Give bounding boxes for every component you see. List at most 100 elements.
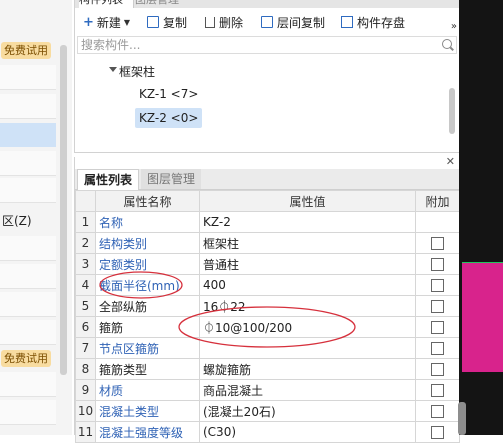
col-num-header bbox=[75, 190, 96, 212]
tab-layer-management[interactable]: 图层管理 bbox=[135, 0, 189, 8]
property-value[interactable]: 16⏀22 bbox=[199, 295, 416, 317]
table-row[interactable]: 10 混凝土类型 (混凝土20石) bbox=[75, 400, 460, 422]
new-button[interactable]: + 新建 ▼ bbox=[83, 13, 130, 31]
property-value[interactable]: (混凝土20石) bbox=[199, 400, 416, 422]
row-number: 1 bbox=[75, 211, 96, 233]
delete-button[interactable]: 删除 bbox=[205, 13, 243, 31]
sidebar-row[interactable] bbox=[0, 236, 56, 261]
tree-scrollbar[interactable] bbox=[449, 88, 455, 134]
property-extra bbox=[415, 295, 460, 317]
sidebar-row[interactable] bbox=[0, 94, 56, 119]
tab-layer-management-bottom[interactable]: 图层管理 bbox=[141, 169, 202, 189]
attach-checkbox[interactable] bbox=[431, 237, 444, 250]
sidebar-row[interactable] bbox=[0, 292, 56, 317]
property-value[interactable]: 螺旋箍筋 bbox=[199, 358, 416, 380]
property-name: 名称 bbox=[95, 211, 200, 233]
property-name: 结构类别 bbox=[95, 232, 200, 254]
property-value[interactable]: KZ-2 bbox=[199, 211, 416, 233]
floor-copy-button-label: 层间复制 bbox=[277, 15, 326, 30]
property-tabs: 属性列表 图层管理 bbox=[75, 169, 459, 190]
viewport-column-shape bbox=[462, 262, 503, 372]
attach-checkbox[interactable] bbox=[431, 258, 444, 271]
property-value[interactable] bbox=[199, 337, 416, 359]
sidebar-row[interactable] bbox=[0, 400, 56, 425]
tree-item-kz2[interactable]: KZ-2 <0> bbox=[135, 108, 203, 128]
table-row[interactable]: 8 箍筋类型 螺旋箍筋 bbox=[75, 358, 460, 380]
save-component-button[interactable]: 构件存盘 bbox=[341, 13, 405, 31]
attach-checkbox[interactable] bbox=[431, 426, 444, 439]
plus-icon: + bbox=[83, 14, 94, 30]
attach-checkbox[interactable] bbox=[431, 363, 444, 376]
attach-checkbox[interactable] bbox=[431, 384, 444, 397]
toolbar: + 新建 ▼ 复制 删除 层间复制 构件存盘 » bbox=[75, 9, 459, 35]
tree-root-label: 框架柱 bbox=[119, 65, 156, 79]
property-name: 截面半径(mm) bbox=[95, 274, 200, 296]
row-number: 10 bbox=[75, 400, 96, 422]
copy-button[interactable]: 复制 bbox=[147, 13, 187, 31]
table-row[interactable]: 4 截面半径(mm) 400 bbox=[75, 274, 460, 296]
property-name: 混凝土类型 bbox=[95, 400, 200, 422]
tree-root-node[interactable]: 框架柱 bbox=[105, 63, 155, 80]
property-value[interactable]: (C30) bbox=[199, 421, 416, 443]
table-row[interactable]: 5 全部纵筋 16⏀22 bbox=[75, 295, 460, 317]
search-icon[interactable] bbox=[442, 39, 452, 49]
sidebar-row[interactable] bbox=[0, 151, 56, 176]
property-extra bbox=[415, 232, 460, 254]
col-extra-header: 附加 bbox=[415, 190, 460, 212]
property-extra bbox=[415, 211, 460, 233]
row-number: 4 bbox=[75, 274, 96, 296]
table-row[interactable]: 1 名称 KZ-2 bbox=[75, 211, 460, 233]
row-number: 7 bbox=[75, 337, 96, 359]
property-extra bbox=[415, 379, 460, 401]
tab-component-list[interactable]: 构件列表 bbox=[79, 0, 134, 8]
attach-checkbox[interactable] bbox=[431, 321, 444, 334]
property-extra bbox=[415, 337, 460, 359]
sidebar-row[interactable] bbox=[0, 65, 56, 90]
sidebar-row[interactable] bbox=[0, 264, 56, 289]
row-number: 5 bbox=[75, 295, 96, 317]
double-chevron-right-icon[interactable]: » bbox=[451, 21, 457, 32]
save-component-icon bbox=[341, 16, 353, 28]
property-value[interactable]: ⏀10@100/200 bbox=[199, 316, 416, 338]
attach-checkbox[interactable] bbox=[431, 342, 444, 355]
sidebar-row[interactable] bbox=[0, 372, 56, 397]
property-name: 箍筋 bbox=[95, 316, 200, 338]
tab-property-list[interactable]: 属性列表 bbox=[77, 169, 140, 190]
property-value[interactable]: 普通柱 bbox=[199, 253, 416, 275]
property-extra bbox=[415, 400, 460, 422]
tree-item-kz1[interactable]: KZ-1 <7> bbox=[135, 84, 202, 104]
table-row[interactable]: 7 节点区箍筋 bbox=[75, 337, 460, 359]
property-value[interactable]: 400 bbox=[199, 274, 416, 296]
floor-copy-icon bbox=[261, 16, 273, 28]
property-value[interactable]: 框架柱 bbox=[199, 232, 416, 254]
sidebar-row-selected[interactable] bbox=[0, 123, 56, 147]
table-row[interactable]: 11 混凝土强度等级 (C30) bbox=[75, 421, 460, 443]
attach-checkbox[interactable] bbox=[431, 405, 444, 418]
property-name: 混凝土强度等级 bbox=[95, 421, 200, 443]
table-row[interactable]: 2 结构类别 框架柱 bbox=[75, 232, 460, 254]
new-button-label: 新建 bbox=[96, 15, 121, 30]
col-value-header: 属性值 bbox=[199, 190, 416, 212]
attach-checkbox[interactable] bbox=[431, 300, 444, 313]
free-trial-badge[interactable]: 免费试用 bbox=[1, 350, 51, 367]
table-header-row: 属性名称 属性值 附加 bbox=[75, 190, 460, 212]
top-tab-strip: 构件列表 图层管理 bbox=[75, 0, 459, 8]
close-icon[interactable]: ✕ bbox=[446, 155, 455, 168]
property-extra bbox=[415, 316, 460, 338]
table-row[interactable]: 6 箍筋 ⏀10@100/200 bbox=[75, 316, 460, 338]
panel-scrollbar[interactable] bbox=[458, 402, 466, 435]
property-name: 定额类别 bbox=[95, 253, 200, 275]
row-number: 9 bbox=[75, 379, 96, 401]
save-component-label: 构件存盘 bbox=[357, 15, 406, 30]
sidebar-row[interactable] bbox=[0, 320, 56, 345]
row-number: 3 bbox=[75, 253, 96, 275]
attach-checkbox[interactable] bbox=[431, 279, 444, 292]
floor-copy-button[interactable]: 层间复制 bbox=[261, 13, 325, 31]
table-row[interactable]: 3 定额类别 普通柱 bbox=[75, 253, 460, 275]
left-scrollbar[interactable] bbox=[60, 45, 67, 375]
property-value[interactable]: 商品混凝土 bbox=[199, 379, 416, 401]
table-row[interactable]: 9 材质 商品混凝土 bbox=[75, 379, 460, 401]
sidebar-row[interactable] bbox=[0, 178, 56, 203]
search-input[interactable]: 搜索构件... bbox=[77, 36, 457, 54]
free-trial-badge[interactable]: 免费试用 bbox=[1, 42, 51, 59]
